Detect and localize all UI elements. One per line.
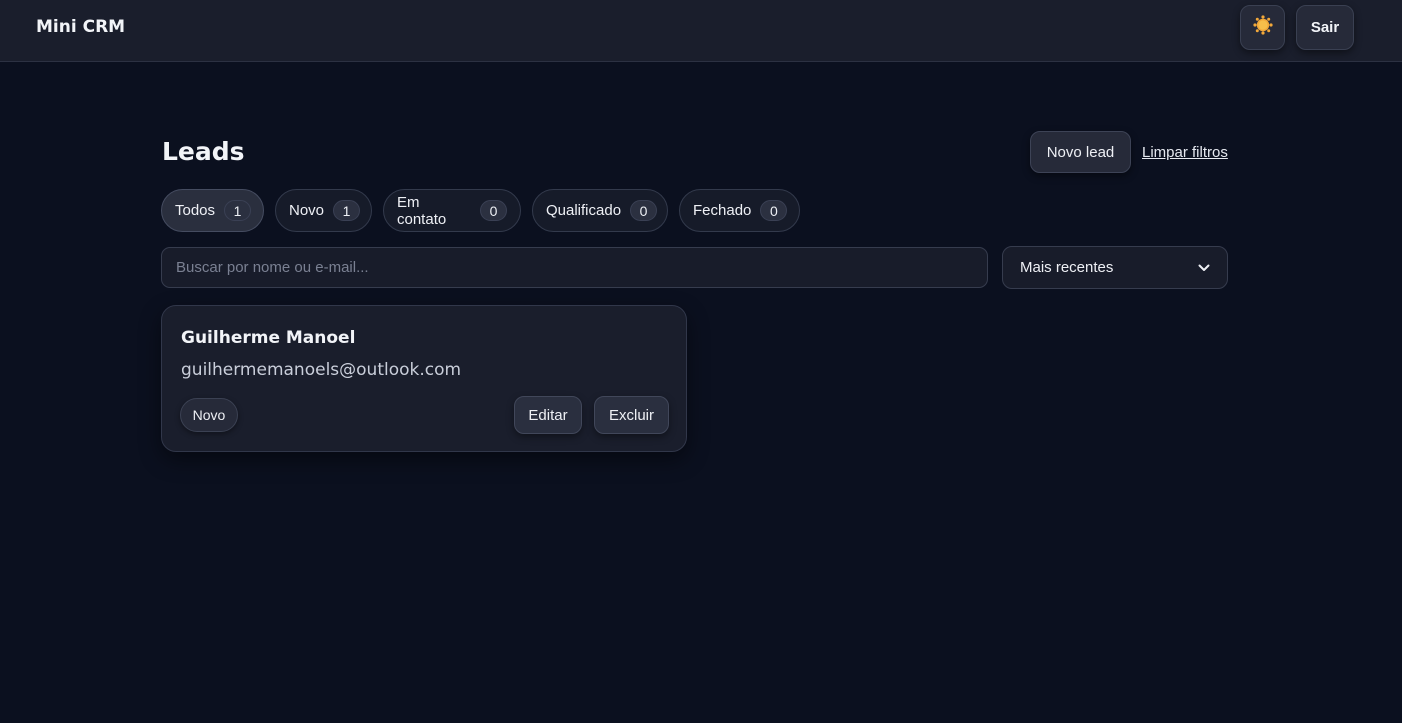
app-brand: Mini CRM [36,17,126,37]
status-badge: Novo [180,398,238,432]
filter-chip-count: 0 [630,200,658,221]
filter-chip-count: 0 [480,200,507,221]
filter-chip-count: 1 [333,200,361,221]
sort-select-value: Mais recentes [1020,259,1114,276]
filter-chip-label: Novo [289,202,325,219]
edit-lead-button[interactable]: Editar [514,396,582,434]
filter-chip-todos[interactable]: Todos 1 [161,189,264,232]
search-input[interactable] [161,247,988,288]
theme-toggle-button[interactable] [1240,5,1285,50]
filter-chip-fechado[interactable]: Fechado 0 [679,189,800,232]
filter-chip-em-contato[interactable]: Em contato 0 [383,189,521,232]
chevron-down-icon [1198,259,1210,276]
lead-name: Guilherme Manoel [181,328,356,348]
top-bar: Mini CRM Sair [0,0,1402,62]
filter-chip-label: Qualificado [546,202,622,219]
filter-chip-count: 1 [224,200,252,221]
filter-chip-label: Em contato [397,193,447,228]
new-lead-button[interactable]: Novo lead [1030,131,1131,173]
lead-email: guilhermemanoels@outlook.com [181,360,462,380]
filter-chip-count: 0 [760,200,788,221]
filter-chip-novo[interactable]: Novo 1 [275,189,372,232]
logout-button[interactable]: Sair [1296,5,1354,50]
sort-select[interactable]: Mais recentes [1002,246,1228,289]
filter-chip-qualificado[interactable]: Qualificado 0 [532,189,668,232]
page-title: Leads [162,137,245,166]
clear-filters-link[interactable]: Limpar filtros [1142,144,1228,161]
delete-lead-button[interactable]: Excluir [594,396,669,434]
filter-chip-label: Fechado [693,202,752,219]
sun-icon [1252,14,1274,41]
filter-chip-label: Todos [175,202,216,219]
lead-card: Guilherme Manoel guilhermemanoels@outloo… [161,305,687,452]
